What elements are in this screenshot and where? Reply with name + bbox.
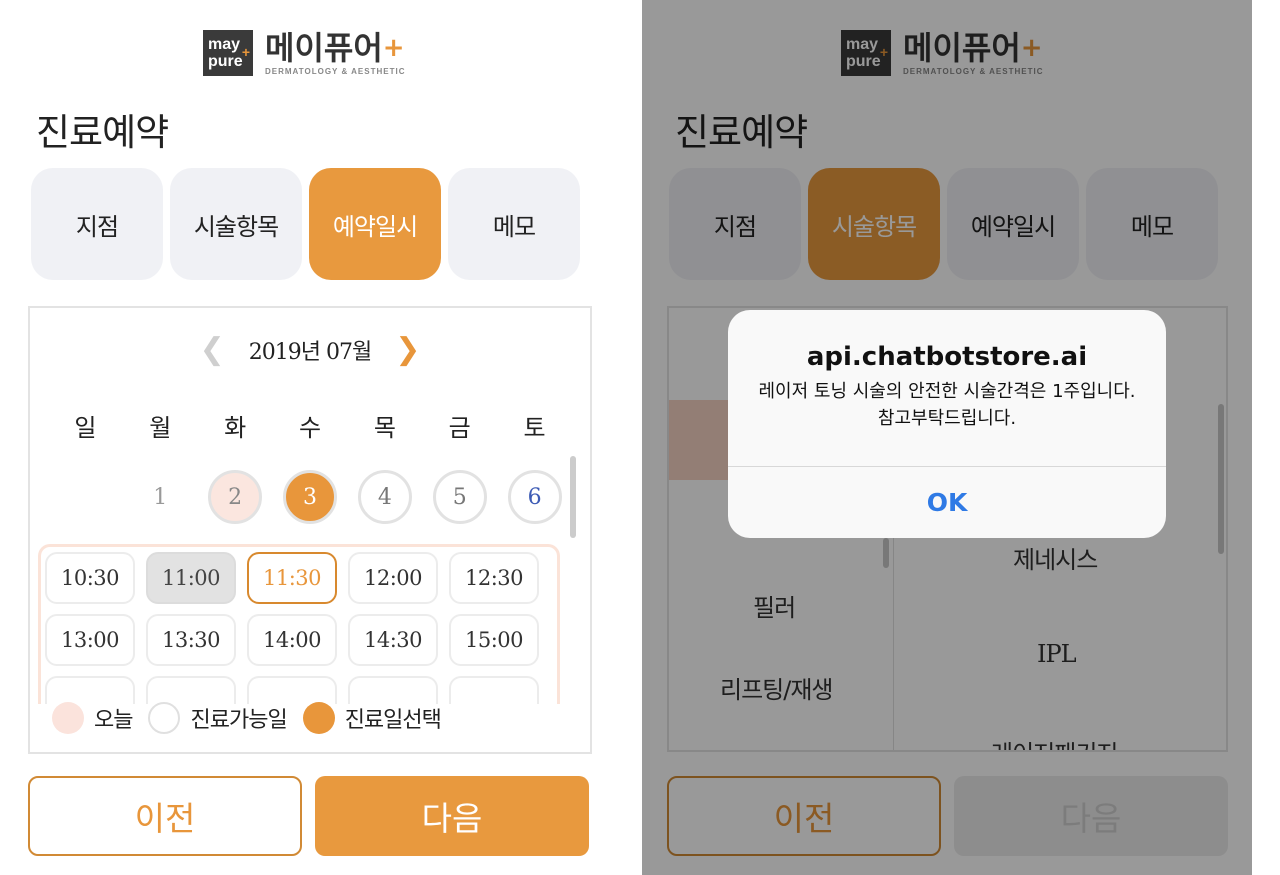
- weekday-tue: 화: [224, 414, 247, 442]
- time-slot-panel: 10:30 11:00 11:30 12:00 12:30 13:00 13:3…: [38, 544, 560, 704]
- legend-today-label: 오늘: [94, 708, 133, 733]
- logo-mark-line2: pure: [208, 53, 243, 70]
- time-slot[interactable]: 14:30: [348, 614, 438, 666]
- time-slot-grid: 10:30 11:00 11:30 12:00 12:30 13:00 13:3…: [45, 552, 539, 704]
- logo-name: 메이퓨어+: [265, 29, 405, 67]
- calendar-legend: 오늘 진료가능일 진료일선택: [52, 702, 457, 734]
- alert-ok-button[interactable]: OK: [728, 467, 1166, 538]
- prev-button[interactable]: 이전: [28, 776, 302, 856]
- tab-treatment[interactable]: 시술항목: [170, 168, 302, 280]
- alert-dialog: api.chatbotstore.ai 레이저 토닝 시술의 안전한 시술간격은…: [728, 310, 1166, 538]
- calendar-day: 1: [153, 484, 168, 510]
- calendar-day-selected[interactable]: 3: [283, 470, 337, 524]
- alert-title: api.chatbotstore.ai: [806, 342, 1088, 372]
- time-slot[interactable]: [449, 676, 539, 704]
- calendar-day[interactable]: 4: [357, 470, 412, 524]
- time-slot[interactable]: [146, 676, 236, 704]
- legend-selected-label: 진료일선택: [344, 708, 442, 733]
- weekday-wed: 수: [298, 414, 322, 442]
- time-slot-selected[interactable]: 11:30: [247, 552, 337, 604]
- time-slot[interactable]: 12:00: [348, 552, 438, 604]
- logo-tagline: DERMATOLOGY & AESTHETIC: [265, 67, 406, 76]
- calendar-day-saturday[interactable]: 6: [507, 470, 562, 524]
- step-tabs: 지점 시술항목 예약일시 메모: [31, 168, 580, 280]
- time-slot[interactable]: [247, 676, 337, 704]
- panel-divider: [620, 0, 642, 875]
- time-slot[interactable]: 12:30: [449, 552, 539, 604]
- calendar-days: 1 2 3 4 5 6: [30, 470, 590, 524]
- reservation-screen-date: may pure + 메이퓨어+ DERMATOLOGY & AESTHETIC…: [0, 0, 620, 875]
- calendar-day-empty: [58, 470, 112, 524]
- time-slot[interactable]: 13:00: [45, 614, 135, 666]
- time-slot[interactable]: [348, 676, 438, 704]
- time-slot[interactable]: 14:00: [247, 614, 337, 666]
- chevron-right-icon[interactable]: ❯: [395, 335, 420, 365]
- calendar-scrollbar[interactable]: [570, 456, 576, 538]
- time-slot[interactable]: [45, 676, 135, 704]
- calendar-day[interactable]: 5: [432, 470, 487, 524]
- month-label: 2019년 07월: [248, 340, 372, 365]
- weekday-header: 일 월 화 수 목 금 토: [30, 408, 590, 443]
- logo-mark: may pure +: [203, 30, 253, 76]
- time-slot[interactable]: 15:00: [449, 614, 539, 666]
- tab-memo[interactable]: 메모: [448, 168, 580, 280]
- nav-buttons: 이전 다음: [28, 776, 589, 856]
- time-slot-disabled: 11:00: [146, 552, 236, 604]
- weekday-sat: 토: [523, 414, 546, 442]
- legend-available-label: 진료가능일: [190, 708, 287, 733]
- time-slot[interactable]: 10:30: [45, 552, 135, 604]
- month-navigator: ❮ 2019년 07월 ❯: [30, 334, 590, 366]
- logo-mark-plus: +: [241, 44, 250, 60]
- calendar-card: ❮ 2019년 07월 ❯ 일 월 화 수 목 금 토 1 2 3 4 5 6 …: [28, 306, 592, 754]
- weekday-thu: 목: [373, 414, 396, 442]
- legend-selected-swatch: [302, 702, 335, 734]
- reservation-screen-treatment: may pure + 메이퓨어+ DERMATOLOGY & AESTHETIC…: [642, 0, 1252, 875]
- chevron-left-icon[interactable]: ❮: [200, 335, 225, 365]
- alert-message: 레이저 토닝 시술의 안전한 시술간격은 1주입니다. 참고부탁드립니다.: [758, 381, 1136, 429]
- brand-logo: may pure + 메이퓨어+ DERMATOLOGY & AESTHETIC: [203, 30, 406, 76]
- tab-datetime[interactable]: 예약일시: [309, 168, 441, 280]
- time-slot[interactable]: 13:30: [146, 614, 236, 666]
- logo-mark-line1: may: [208, 36, 241, 53]
- tab-branch[interactable]: 지점: [31, 168, 163, 280]
- legend-today-swatch: [52, 702, 84, 734]
- page-title: 진료예약: [36, 111, 169, 154]
- legend-available-swatch: [148, 702, 181, 734]
- weekday-sun: 일: [74, 414, 97, 442]
- next-button[interactable]: 다음: [315, 776, 589, 856]
- calendar-day-today[interactable]: 2: [208, 470, 263, 524]
- weekday-fri: 금: [448, 414, 471, 442]
- weekday-mon: 월: [149, 414, 172, 442]
